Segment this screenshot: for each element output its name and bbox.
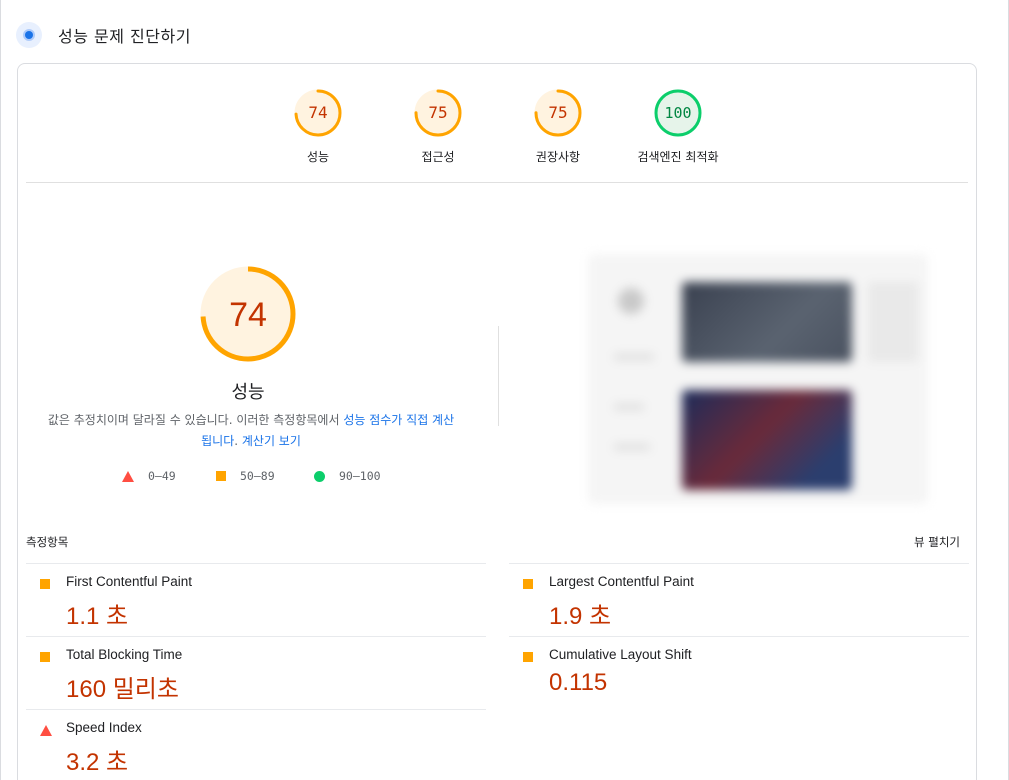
legend-range: 90–100 [339, 469, 381, 483]
performance-main-gauge: 74 [198, 264, 298, 364]
gauge-performance[interactable]: 74 성능 [258, 88, 378, 165]
gauge-score: 74 [308, 103, 327, 122]
gauge-label: 검색엔진 최적화 [637, 150, 719, 164]
metric-lcp: Largest Contentful Paint 1.9 초 [509, 563, 969, 636]
note-text: 값은 추정치이며 달라질 수 있습니다. 이러한 측정항목에서 [47, 413, 344, 427]
legend-average: 50–89 [216, 469, 275, 483]
triangle-icon [122, 470, 134, 482]
gauge-ring: 100 [654, 89, 702, 137]
metric-name: Cumulative Layout Shift [549, 647, 692, 662]
square-icon [40, 652, 50, 662]
calculator-link[interactable]: 계산기 보기 [242, 434, 301, 448]
diagnose-header: 성능 문제 진단하기 [16, 18, 191, 52]
metric-tbt: Total Blocking Time 160 밀리초 [26, 636, 486, 709]
score-legend: 0–49 50–89 90–100 [122, 469, 422, 489]
gauge-best-practices[interactable]: 75 권장사항 [498, 88, 618, 165]
gauge-score: 100 [664, 104, 691, 122]
gauge-score: 75 [548, 103, 567, 122]
square-icon [40, 579, 50, 589]
legend-range: 0–49 [148, 469, 176, 483]
legend-range: 50–89 [240, 469, 275, 483]
metric-value: 3.2 초 [66, 749, 129, 776]
legend-fail: 0–49 [122, 469, 176, 483]
legend-pass: 90–100 [314, 469, 381, 483]
square-icon [523, 579, 533, 589]
gauge-label: 권장사항 [535, 150, 581, 164]
square-icon [523, 652, 533, 662]
metric-value: 1.9 초 [549, 603, 612, 630]
gauge-ring: 75 [414, 89, 462, 137]
main-gauge-title: 성능 [231, 382, 265, 403]
gauge-ring: 75 [534, 89, 582, 137]
main-gauge-score: 74 [229, 296, 267, 334]
square-icon [216, 471, 226, 481]
gauge-ring: 74 [294, 89, 342, 137]
gauge-seo[interactable]: 100 검색엔진 최적화 [618, 88, 738, 165]
metrics-header: 측정항목 뷰 펼치기 [26, 534, 968, 554]
metric-value: 1.1 초 [66, 603, 129, 630]
circle-icon [314, 470, 325, 482]
metric-name: Largest Contentful Paint [549, 574, 694, 589]
metric-value: 160 밀리초 [66, 676, 179, 703]
triangle-icon [40, 725, 52, 736]
metric-fcp: First Contentful Paint 1.1 초 [26, 563, 486, 636]
metric-cls: Cumulative Layout Shift 0.115 [509, 636, 969, 709]
expand-view-toggle[interactable]: 뷰 펼치기 [914, 534, 960, 550]
metric-name: Total Blocking Time [66, 647, 183, 662]
note-text-2: . [234, 434, 242, 448]
gauge-label: 성능 [306, 150, 330, 164]
page-title: 성능 문제 진단하기 [58, 27, 191, 46]
metric-value: 0.115 [549, 669, 608, 696]
main-gauge-ring: 74 [200, 266, 296, 362]
divider [26, 182, 968, 183]
gauge-score: 75 [428, 103, 447, 122]
metric-name: Speed Index [66, 720, 142, 735]
diagnose-icon [16, 22, 42, 48]
score-note: 값은 추정치이며 달라질 수 있습니다. 이러한 측정항목에서 성능 점수가 직… [46, 410, 456, 452]
category-gauges: 74 성능 75 접근성 75 권장사항 100 검색엔진 최적화 [18, 64, 976, 184]
page-screenshot-thumbnail [588, 254, 928, 504]
metric-name: First Contentful Paint [66, 574, 193, 589]
gauge-accessibility[interactable]: 75 접근성 [378, 88, 498, 165]
divider-vertical [498, 326, 499, 426]
metrics-title: 측정항목 [26, 535, 69, 549]
gauge-label: 접근성 [421, 150, 455, 164]
report-card: 74 성능 75 접근성 75 권장사항 100 검색엔진 최적화 74 성능 … [17, 63, 977, 780]
metric-speed-index: Speed Index 3.2 초 [26, 709, 486, 780]
